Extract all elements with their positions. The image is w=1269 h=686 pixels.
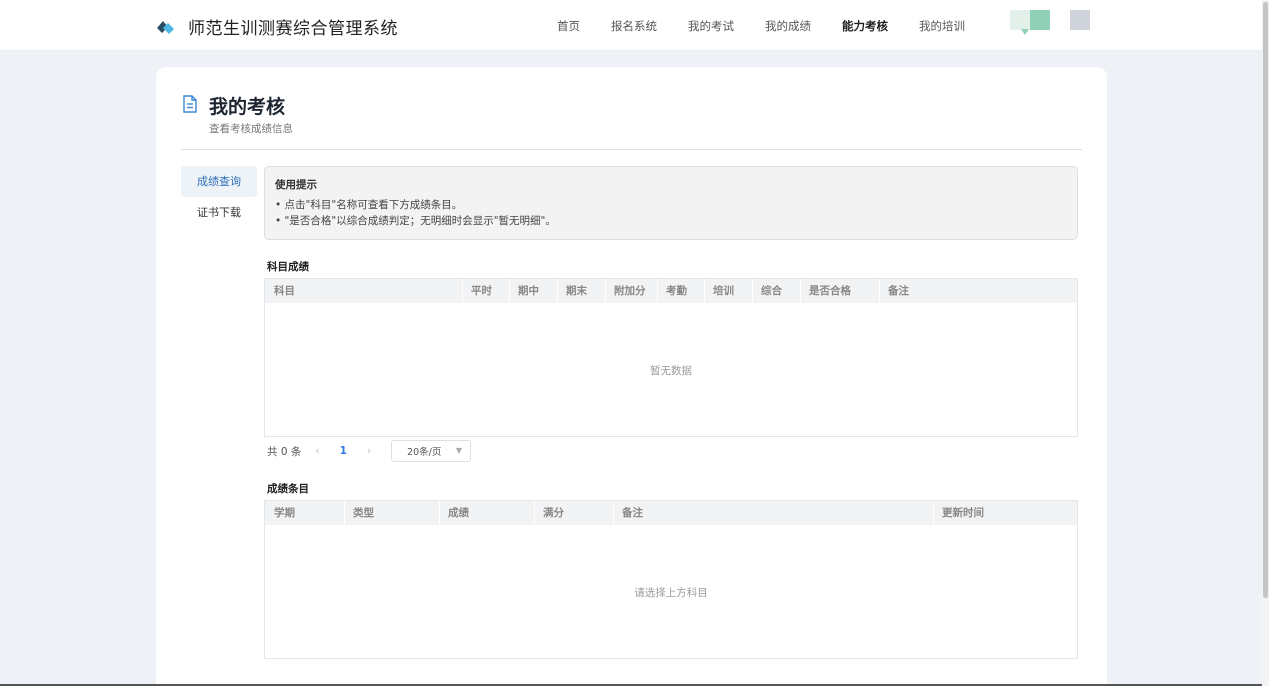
total-count: 共 0 条 <box>267 445 302 458</box>
empty-state-text: 暂无数据 <box>650 365 692 377</box>
tips-line: • "是否合格"以综合成绩判定；无明细时会显示"暂无明细"。 <box>275 215 556 227</box>
logo-icon <box>154 15 176 37</box>
page-number[interactable]: 1 <box>340 445 347 457</box>
column-header[interactable]: 是否合格 <box>809 279 851 303</box>
subjects-table: 科目 平时 期中 期末 附加分 考勤 培训 综合 是否合格 备注 暂无数据 <box>264 278 1078 437</box>
chevron-down-icon: ▼ <box>455 446 463 455</box>
tab-certificate-download[interactable]: 证书下载 <box>181 197 257 228</box>
pagination: 共 0 条 ‹ 1 › 20条/页 ▼ <box>267 440 472 462</box>
nav-my-scores[interactable]: 我的成绩 <box>765 18 811 34</box>
avatar-block <box>1030 10 1050 30</box>
page-subtitle: 查看考核成绩信息 <box>209 123 293 135</box>
side-tabs: 成绩查询 证书下载 <box>181 166 257 228</box>
usage-tips: 使用提示 • 点击"科目"名称可查看下方成绩条目。 • "是否合格"以综合成绩判… <box>264 166 1078 240</box>
nav-home[interactable]: 首页 <box>557 18 580 34</box>
column-header[interactable]: 备注 <box>622 501 643 525</box>
main-card: 我的考核 查看考核成绩信息 成绩查询 证书下载 使用提示 • 点击"科目"名称可… <box>156 67 1107 686</box>
column-header[interactable]: 科目 <box>274 279 295 303</box>
main-nav: 首页 报名系统 我的考试 我的成绩 能力考核 我的培训 <box>557 18 996 34</box>
avatar-pointer-icon <box>1021 29 1029 35</box>
tips-title: 使用提示 <box>275 179 317 191</box>
avatar-block <box>1070 10 1090 30</box>
column-header[interactable]: 附加分 <box>614 279 646 303</box>
column-header[interactable]: 期中 <box>518 279 539 303</box>
column-header[interactable]: 考勤 <box>666 279 687 303</box>
nav-ability-assessment[interactable]: 能力考核 <box>842 18 888 34</box>
column-header[interactable]: 类型 <box>353 501 374 525</box>
column-header[interactable]: 满分 <box>543 501 564 525</box>
column-header[interactable]: 更新时间 <box>942 501 984 525</box>
column-header[interactable]: 期末 <box>566 279 587 303</box>
nav-my-training[interactable]: 我的培训 <box>919 18 965 34</box>
empty-state-text: 请选择上方科目 <box>634 587 708 599</box>
next-page-button[interactable]: › <box>367 445 371 457</box>
divider <box>181 149 1082 150</box>
prev-page-button[interactable]: ‹ <box>315 445 319 457</box>
column-header[interactable]: 培训 <box>713 279 734 303</box>
nav-my-exams[interactable]: 我的考试 <box>688 18 734 34</box>
items-table: 学期 类型 成绩 满分 备注 更新时间 请选择上方科目 <box>264 500 1078 659</box>
table-header: 科目 平时 期中 期末 附加分 考勤 培训 综合 是否合格 备注 <box>265 279 1077 303</box>
table-header: 学期 类型 成绩 满分 备注 更新时间 <box>265 501 1077 525</box>
nav-registration[interactable]: 报名系统 <box>611 18 657 34</box>
brand[interactable]: 师范生训测赛综合管理系统 <box>154 14 398 39</box>
top-navbar: 师范生训测赛综合管理系统 首页 报名系统 我的考试 我的成绩 能力考核 我的培训 <box>0 0 1262 51</box>
tab-score-query[interactable]: 成绩查询 <box>181 166 257 197</box>
page-size-value: 20条/页 <box>407 447 442 458</box>
column-header[interactable]: 综合 <box>761 279 782 303</box>
column-header[interactable]: 备注 <box>888 279 909 303</box>
column-header[interactable]: 成绩 <box>448 501 469 525</box>
app-title: 师范生训测赛综合管理系统 <box>188 18 398 39</box>
page-size-select[interactable]: 20条/页 ▼ <box>391 440 472 462</box>
column-header[interactable]: 平时 <box>471 279 492 303</box>
avatar[interactable] <box>1010 10 1092 36</box>
scrollbar-thumb[interactable] <box>1263 2 1268 598</box>
items-section-title: 成绩条目 <box>267 483 309 495</box>
page-title: 我的考核 <box>209 96 286 118</box>
document-icon <box>183 95 197 113</box>
subjects-section-title: 科目成绩 <box>267 261 309 273</box>
tips-line: • 点击"科目"名称可查看下方成绩条目。 <box>275 199 463 211</box>
scrollbar[interactable] <box>1262 0 1269 686</box>
column-header[interactable]: 学期 <box>274 501 295 525</box>
